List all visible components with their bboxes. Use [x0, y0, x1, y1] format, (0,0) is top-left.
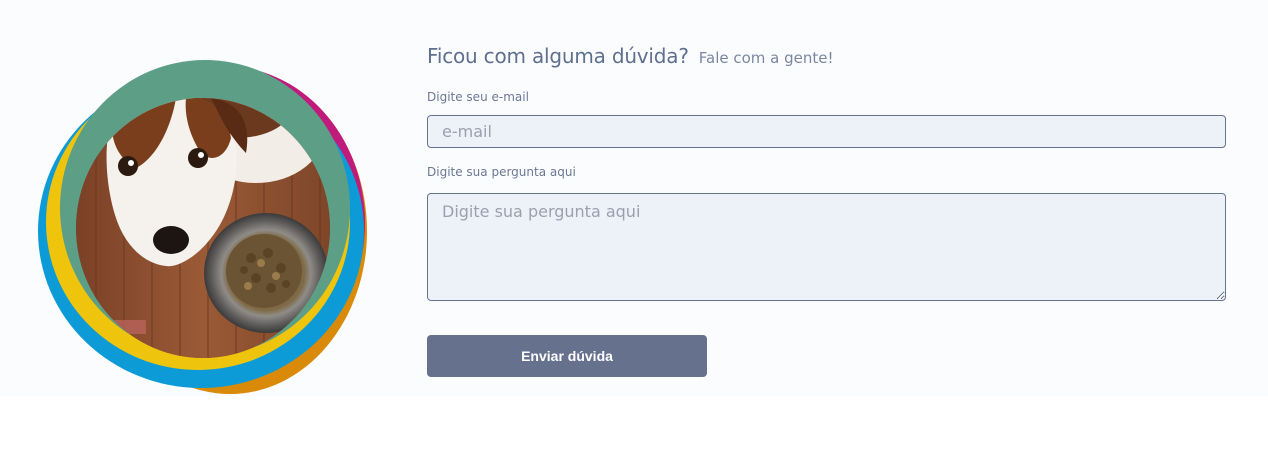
page-title: Ficou com alguma dúvida? — [427, 44, 689, 68]
dog-illustration — [36, 58, 370, 398]
question-label: Digite sua pergunta aqui — [427, 165, 576, 179]
page-subtitle: Fale com a gente! — [698, 49, 834, 67]
contact-section: Ficou com alguma dúvida? Fale com a gent… — [0, 0, 1268, 396]
dog-photo — [76, 98, 330, 358]
email-field[interactable] — [427, 115, 1226, 148]
form-heading: Ficou com alguma dúvida? Fale com a gent… — [427, 44, 1226, 74]
contact-form: Ficou com alguma dúvida? Fale com a gent… — [427, 44, 1226, 377]
submit-question-button[interactable]: Enviar dúvida — [427, 335, 707, 377]
question-textarea[interactable] — [427, 193, 1226, 301]
email-label: Digite seu e-mail — [427, 90, 529, 104]
dog-with-food-bowl-image — [76, 98, 330, 358]
